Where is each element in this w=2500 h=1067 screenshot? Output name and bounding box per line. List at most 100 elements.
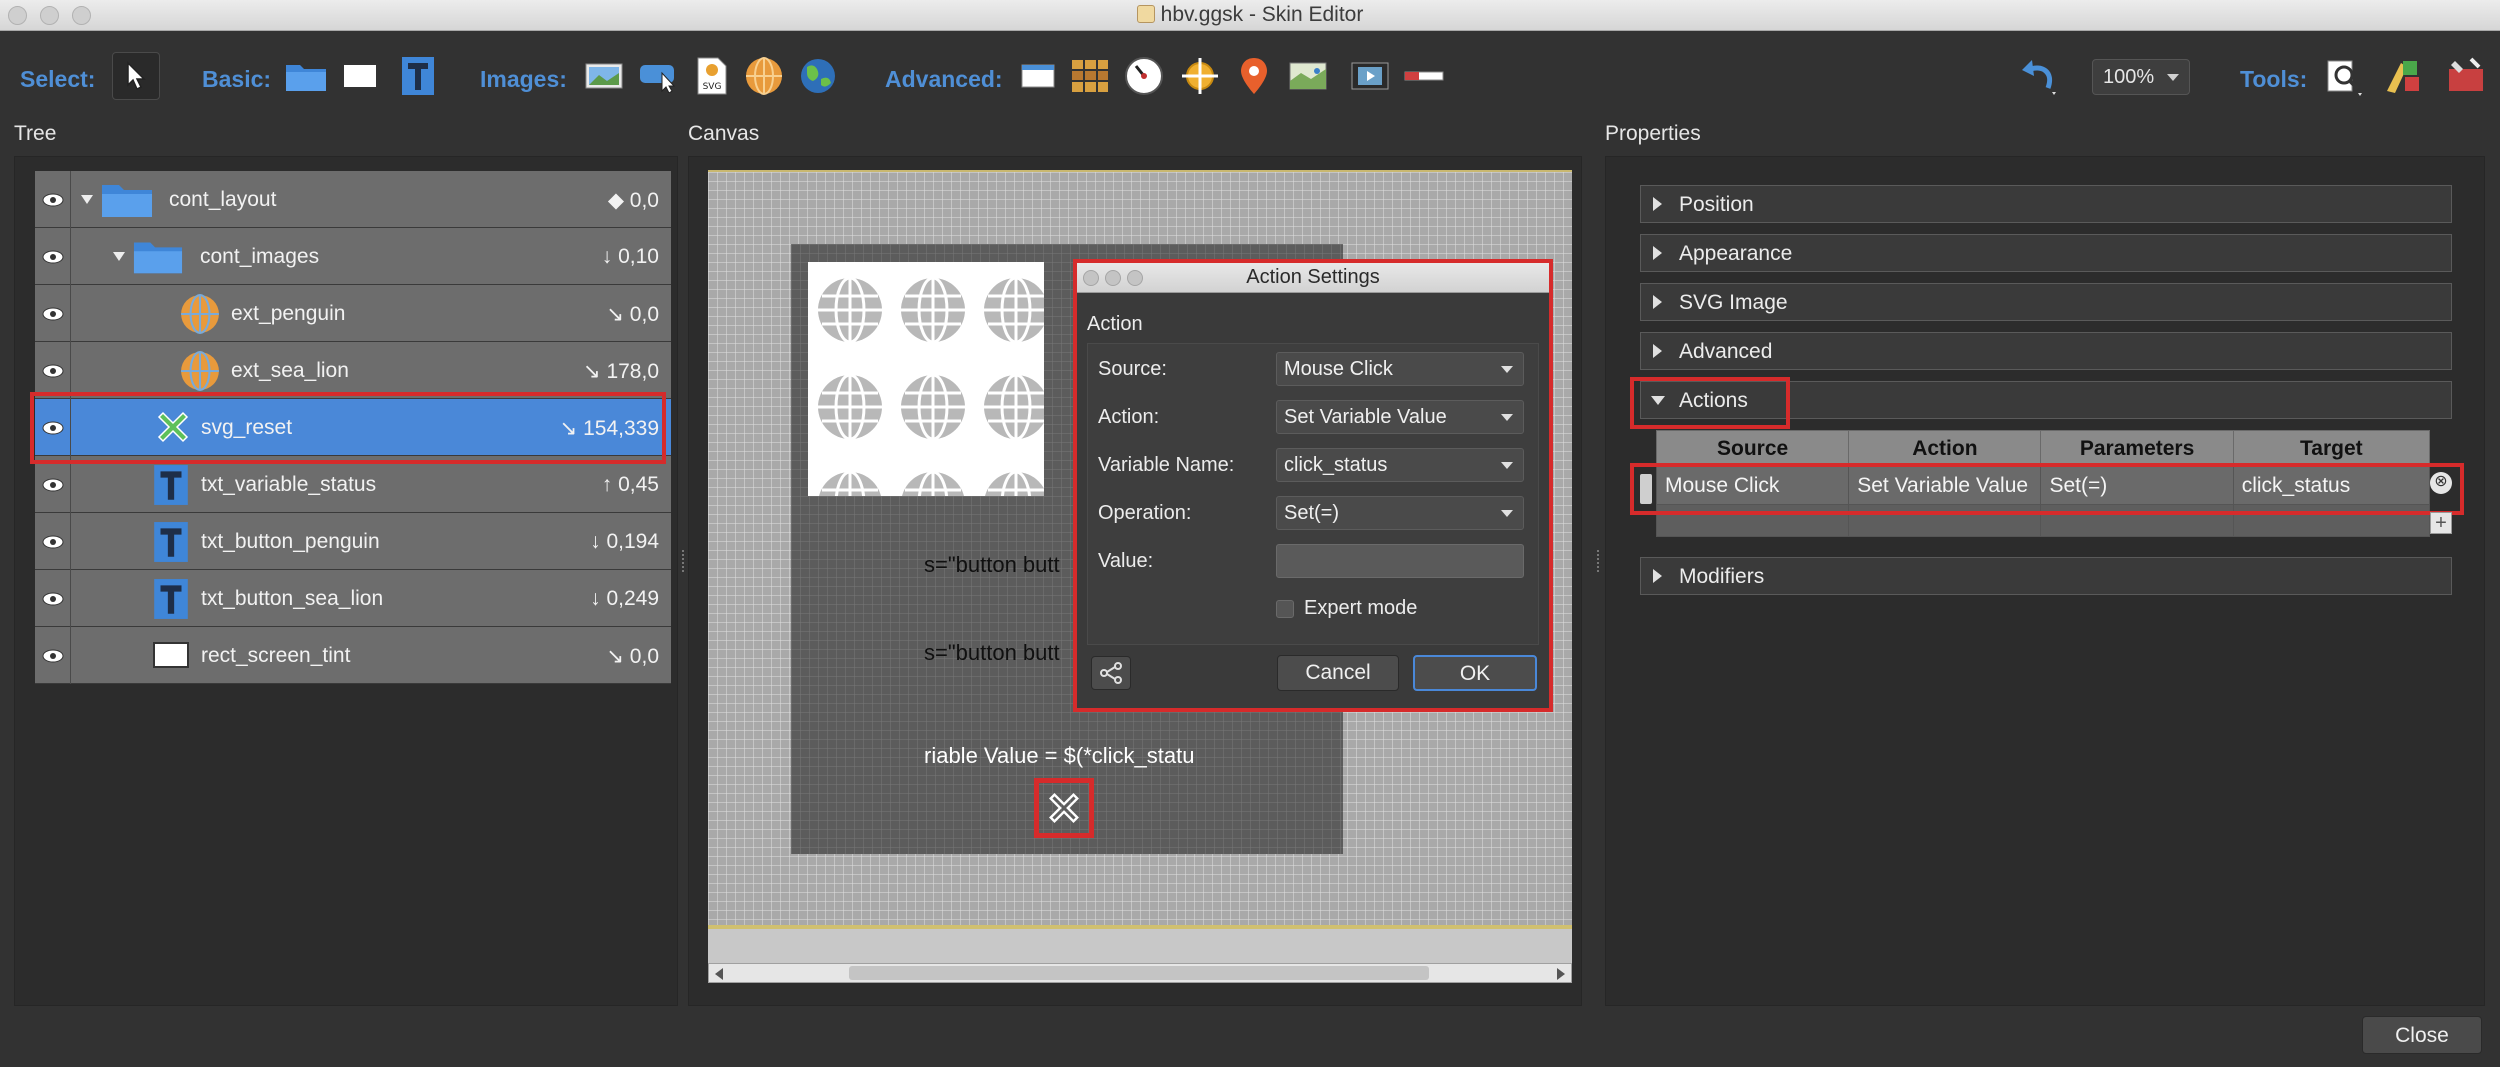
tree-item-rect-screen-tint[interactable]: rect_screen_tint ↘ 0,0: [35, 627, 671, 684]
rectangle-tool-button[interactable]: [338, 54, 382, 98]
compass-tool-button[interactable]: [1122, 54, 1166, 98]
panorama-tool-button[interactable]: [742, 54, 786, 98]
tree-item-txt-button-sea-lion[interactable]: txt_button_sea_lion ↓ 0,249: [35, 570, 671, 627]
tree-item-txt-variable-status[interactable]: txt_variable_status ↑ 0,45: [35, 456, 671, 513]
section-svg-image[interactable]: SVG Image: [1640, 283, 2452, 321]
visibility-toggle[interactable]: [35, 342, 71, 399]
action-select[interactable]: Set Variable Value: [1276, 400, 1524, 434]
svg-reset-element[interactable]: [1034, 778, 1094, 838]
tools-label: Tools:: [2240, 66, 2308, 92]
search-tool-button[interactable]: [2322, 54, 2366, 98]
globe-pattern-image[interactable]: [808, 262, 1044, 496]
visibility-toggle[interactable]: [35, 285, 71, 342]
container-tool-button[interactable]: [284, 54, 328, 98]
expert-mode-label: Expert mode: [1304, 597, 1418, 619]
tree-item-position: ↓ 0,249: [590, 587, 659, 610]
variable-name-select[interactable]: click_status: [1276, 448, 1524, 482]
column-header-source[interactable]: Source: [1655, 430, 1850, 467]
map-pin-tool-button[interactable]: [1232, 54, 1276, 98]
tree-item-label: txt_variable_status: [201, 473, 377, 496]
add-action-button[interactable]: +: [2430, 512, 2452, 534]
value-input[interactable]: [1276, 544, 1524, 578]
svg-tool-button[interactable]: SVG: [690, 54, 734, 98]
source-select[interactable]: Mouse Click: [1276, 352, 1524, 386]
map-icon: [1289, 62, 1327, 90]
table-header-row: Source Action Parameters Target: [1655, 430, 2431, 467]
tree-item-cont-images[interactable]: cont_images ↓ 0,10: [35, 228, 671, 285]
splitter-handle[interactable]: [1597, 550, 1601, 572]
visibility-toggle[interactable]: [35, 228, 71, 285]
source-value: Mouse Click: [1284, 358, 1393, 380]
section-appearance[interactable]: Appearance: [1640, 234, 2452, 272]
tree-item-ext-penguin[interactable]: ext_penguin ↘ 0,0: [35, 285, 671, 342]
horizontal-scrollbar[interactable]: [708, 963, 1572, 983]
globe-orange-icon: [746, 57, 782, 95]
settings-tool-button[interactable]: [2444, 54, 2488, 98]
compass-icon: [1125, 57, 1163, 95]
canvas-text-button-penguin[interactable]: s="button butt: [924, 552, 1060, 578]
operation-select[interactable]: Set(=): [1276, 496, 1524, 530]
panorama-globe-icon: [181, 294, 219, 334]
action-group: Source: Mouse Click Action: Set Variable…: [1087, 343, 1539, 645]
tree-item-ext-sea-lion[interactable]: ext_sea_lion ↘ 178,0: [35, 342, 671, 399]
visibility-toggle[interactable]: [35, 456, 71, 513]
variable-name-value: click_status: [1284, 454, 1388, 476]
chevron-down-icon: [1501, 414, 1513, 421]
expand-arrow-icon[interactable]: [113, 252, 125, 261]
rectangle-icon: [342, 63, 378, 89]
cancel-button[interactable]: Cancel: [1277, 655, 1399, 691]
expert-mode-checkbox[interactable]: [1276, 600, 1294, 618]
tree-item-cont-layout[interactable]: cont_layout ◆ 0,0: [35, 171, 671, 228]
cloner-tool-button[interactable]: [1016, 54, 1060, 98]
splitter-handle[interactable]: [682, 550, 686, 572]
ok-button[interactable]: OK: [1413, 655, 1537, 691]
visibility-toggle[interactable]: [35, 171, 71, 228]
flat-panorama-tool-button[interactable]: [796, 54, 840, 98]
tree-item-label: cont_layout: [169, 188, 277, 211]
progress-bar-tool-button[interactable]: [1402, 54, 1446, 98]
zoom-select[interactable]: 100%: [2092, 59, 2190, 95]
grid-tool-button[interactable]: [1068, 54, 1112, 98]
scroll-thumb[interactable]: [849, 966, 1429, 980]
hotspot-tool-button[interactable]: [1178, 54, 1222, 98]
expand-arrow-icon[interactable]: [81, 195, 93, 204]
text-tool-button[interactable]: [396, 54, 440, 98]
properties-section-title: Properties: [1605, 122, 1701, 145]
tree-section-title: Tree: [14, 122, 57, 145]
delete-action-button[interactable]: ⊗: [2430, 472, 2452, 494]
visibility-toggle[interactable]: [35, 627, 71, 684]
column-header-action[interactable]: Action: [1848, 430, 2042, 467]
canvas-text-button-sea-lion[interactable]: s="button butt: [924, 640, 1060, 666]
section-advanced[interactable]: Advanced: [1640, 332, 2452, 370]
expand-arrow-icon: [1653, 197, 1662, 211]
expand-arrow-icon: [1653, 295, 1662, 309]
column-header-target[interactable]: Target: [2232, 430, 2431, 467]
canvas-text-variable-status[interactable]: riable Value = $(*click_statu: [924, 743, 1194, 769]
row-drag-handle[interactable]: [1640, 474, 1652, 504]
video-tool-button[interactable]: [1348, 54, 1392, 98]
svg-file-icon: SVG: [697, 57, 727, 95]
image-button-icon: [640, 65, 676, 93]
color-tool-button[interactable]: [2380, 54, 2424, 98]
section-position[interactable]: Position: [1640, 185, 2452, 223]
tree-item-txt-button-penguin[interactable]: txt_button_penguin ↓ 0,194: [35, 513, 671, 570]
map-tool-button[interactable]: [1286, 54, 1330, 98]
column-header-parameters[interactable]: Parameters: [2040, 430, 2234, 467]
section-modifiers[interactable]: Modifiers: [1640, 557, 2452, 595]
image-button-tool-button[interactable]: [636, 54, 680, 98]
magnifier-icon: [2327, 60, 2362, 96]
undo-button[interactable]: [2016, 54, 2060, 98]
expand-arrow-icon: [1653, 246, 1662, 260]
crosshair-icon: [1182, 58, 1218, 94]
window-title: hbv.ggsk - Skin Editor: [1160, 3, 1364, 26]
scroll-left-icon[interactable]: [715, 968, 723, 980]
globe-green-icon: [801, 59, 835, 93]
visibility-toggle[interactable]: [35, 513, 71, 570]
eye-icon: [42, 250, 63, 263]
close-button[interactable]: Close: [2362, 1016, 2482, 1054]
scroll-right-icon[interactable]: [1557, 968, 1565, 980]
select-tool-button[interactable]: [112, 52, 160, 100]
visibility-toggle[interactable]: [35, 570, 71, 627]
share-button[interactable]: [1091, 656, 1131, 690]
image-tool-button[interactable]: [582, 54, 626, 98]
